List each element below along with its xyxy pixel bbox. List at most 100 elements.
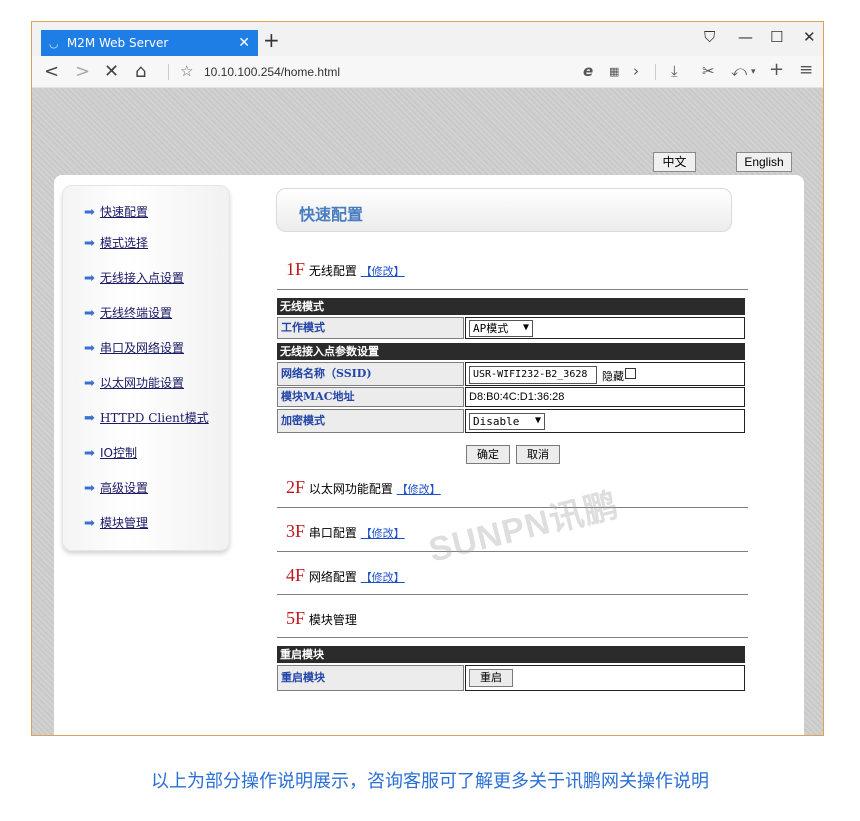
skin-icon[interactable]: ⛉ [704, 28, 715, 46]
divider [277, 289, 748, 290]
sidebar-item-label: IO控制 [100, 446, 137, 460]
divider [277, 594, 748, 595]
chevron-down-icon: ▼ [534, 415, 541, 426]
sidebar-item-quick-config[interactable]: ➡ 快速配置 [84, 203, 148, 220]
encryption-label: 加密模式 [277, 409, 464, 433]
section-label: 模块管理 [308, 613, 357, 627]
sidebar-item-mode[interactable]: ➡ 模式选择 [84, 234, 148, 251]
section-3-header: 3F 串口配置 【修改】 [286, 521, 405, 542]
caption: 以上为部分操作说明展示，咨询客服可了解更多关于讯鹏网关操作说明 [151, 771, 709, 792]
forward-icon[interactable]: > [75, 61, 90, 82]
sidebar-item-httpd[interactable]: ➡ HTTPD Client模式 [84, 409, 209, 426]
arrow-right-icon: ➡ [84, 376, 95, 391]
restart-label: 重启模块 [277, 665, 464, 691]
download-icon[interactable]: ⤓ [671, 62, 678, 80]
page-title: 快速配置 [299, 205, 364, 224]
sidebar-item-sta[interactable]: ➡ 无线终端设置 [84, 304, 172, 321]
arrow-right-icon: ➡ [84, 271, 95, 286]
hide-label: 隐藏 [602, 371, 624, 383]
chevron-down-icon: ▼ [522, 322, 529, 333]
separator [655, 64, 656, 80]
sidebar-item-label: 无线终端设置 [100, 306, 173, 320]
ie-mode-icon[interactable]: e [583, 62, 593, 80]
section-number: 1F [286, 259, 306, 279]
sidebar-item-label: 无线接入点设置 [100, 271, 185, 285]
home-icon[interactable]: ⌂ [135, 61, 146, 82]
edit-link[interactable]: 【修改】 [361, 527, 405, 540]
tab-bar: ◡ M2M Web Server ✕ + ⛉ — ☐ ✕ [32, 22, 823, 56]
encryption-cell: Disable ▼ [465, 409, 745, 433]
arrow-right-icon: ➡ [84, 205, 95, 220]
section-number: 3F [286, 521, 306, 541]
sidebar-item-module[interactable]: ➡ 模块管理 [84, 514, 148, 531]
arrow-right-icon: ➡ [84, 481, 95, 496]
browser-window: ◡ M2M Web Server ✕ + ⛉ — ☐ ✕ < > ✕ ⌂ ☆ 1… [31, 21, 824, 736]
ssid-input[interactable]: USR-WIFI232-B2_3628 [469, 366, 597, 384]
work-mode-value: AP模式 [473, 322, 509, 335]
section-label: 无线配置 [308, 264, 357, 278]
browser-tab[interactable]: ◡ M2M Web Server ✕ [41, 30, 258, 56]
table-header-wireless-mode: 无线模式 [277, 298, 745, 315]
lang-english-button[interactable]: English [736, 152, 792, 172]
minimize-icon[interactable]: — [738, 28, 753, 46]
back-icon[interactable]: < [44, 61, 59, 82]
section-label: 网络配置 [308, 570, 357, 584]
new-tab-icon[interactable]: + [263, 28, 280, 52]
sidebar-item-advanced[interactable]: ➡ 高级设置 [84, 479, 148, 496]
menu-icon[interactable]: ≡ [799, 60, 813, 80]
table-header-ap-params: 无线接入点参数设置 [277, 343, 745, 360]
sidebar-item-serial-network[interactable]: ➡ 串口及网络设置 [84, 339, 184, 356]
edit-link[interactable]: 【修改】 [397, 483, 441, 496]
maximize-icon[interactable]: ☐ [770, 28, 783, 46]
sidebar-item-label: 以太网功能设置 [100, 376, 185, 390]
close-window-icon[interactable]: ✕ [803, 28, 816, 46]
close-tab-icon[interactable]: ✕ [238, 30, 250, 56]
content-card: ➡ 快速配置 ➡ 模式选择 ➡ 无线接入点设置 ➡ 无线终端设置 ➡ 串口及网络设置 ➡ 以… [54, 175, 804, 735]
sidebar-item-label: HTTPD Client模式 [100, 411, 209, 425]
restart-cell: 重启 [465, 665, 745, 691]
chevron-down-icon[interactable]: ▾ [751, 67, 756, 77]
section-5-header: 5F 模块管理 [286, 608, 357, 629]
section-label: 串口配置 [308, 526, 357, 540]
loading-icon: ◡ [49, 37, 59, 50]
lang-chinese-button[interactable]: 中文 [653, 152, 696, 172]
ssid-label: 网络名称（SSID) [277, 362, 464, 386]
sidebar-item-label: 串口及网络设置 [100, 341, 185, 355]
chevron-right-icon[interactable]: › [633, 62, 639, 80]
address-bar: < > ✕ ⌂ ☆ 10.10.100.254/home.html e ▦ › … [32, 56, 823, 88]
star-icon[interactable]: ☆ [180, 62, 193, 80]
arrow-right-icon: ➡ [84, 306, 95, 321]
sidebar-item-io[interactable]: ➡ IO控制 [84, 444, 137, 461]
arrow-right-icon: ➡ [84, 236, 95, 251]
undo-icon[interactable]: ⤺ [731, 62, 747, 80]
arrow-right-icon: ➡ [84, 411, 95, 426]
arrow-right-icon: ➡ [84, 516, 95, 531]
watermark: SUNPN讯鹏 [425, 485, 623, 570]
scissors-icon[interactable]: ✂ [702, 62, 715, 80]
hide-checkbox[interactable] [625, 368, 636, 379]
url-field[interactable]: 10.10.100.254/home.html [204, 65, 340, 79]
cancel-button[interactable]: 取消 [516, 445, 560, 464]
arrow-right-icon: ➡ [84, 341, 95, 356]
sidebar-item-label: 高级设置 [100, 481, 149, 495]
section-label: 以太网功能配置 [308, 482, 393, 496]
sidebar: ➡ 快速配置 ➡ 模式选择 ➡ 无线接入点设置 ➡ 无线终端设置 ➡ 串口及网络设置 ➡ 以… [62, 185, 230, 551]
sidebar-item-label: 快速配置 [100, 205, 149, 219]
add-icon[interactable]: + [769, 59, 784, 80]
work-mode-select[interactable]: AP模式 ▼ [469, 320, 533, 337]
arrow-right-icon: ➡ [84, 446, 95, 461]
section-number: 5F [286, 608, 306, 628]
encryption-select[interactable]: Disable ▼ [469, 413, 545, 430]
restart-button[interactable]: 重启 [469, 669, 513, 687]
stop-icon[interactable]: ✕ [104, 61, 119, 82]
edit-link[interactable]: 【修改】 [361, 265, 405, 278]
confirm-button[interactable]: 确定 [466, 445, 510, 464]
edit-link[interactable]: 【修改】 [361, 571, 405, 584]
divider [277, 637, 748, 638]
sidebar-item-ethernet[interactable]: ➡ 以太网功能设置 [84, 374, 184, 391]
section-1-header: 1F 无线配置 【修改】 [286, 259, 405, 280]
sidebar-item-ap[interactable]: ➡ 无线接入点设置 [84, 269, 184, 286]
qr-code-icon[interactable]: ▦ [609, 65, 619, 78]
ssid-cell: USR-WIFI232-B2_3628 隐藏 [465, 362, 745, 386]
page-title-panel: 快速配置 [276, 188, 732, 232]
